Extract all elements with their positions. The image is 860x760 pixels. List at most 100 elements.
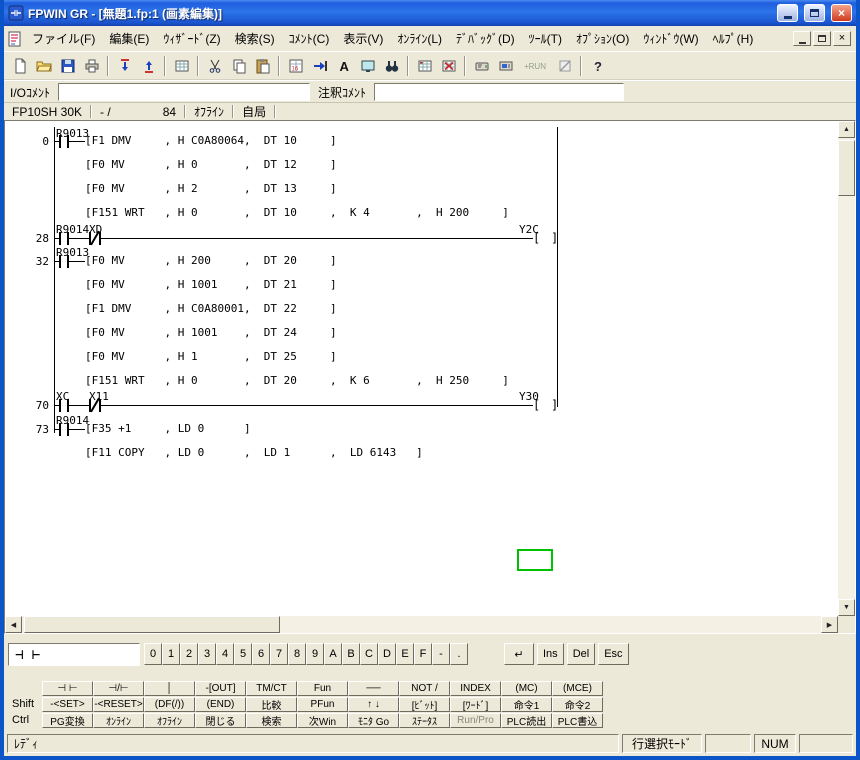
function-key[interactable]: 命令1 [501, 697, 552, 712]
function-key[interactable]: -<RESET> [93, 697, 144, 712]
function-key[interactable]: 比較 [246, 697, 297, 712]
menu-item[interactable]: 検索(S) [228, 26, 282, 51]
function-key[interactable]: 命令2 [552, 697, 603, 712]
hex-monitor-button[interactable]: 16 [284, 55, 307, 77]
function-key[interactable]: (END) [195, 697, 246, 712]
minimize-button[interactable] [777, 4, 798, 22]
instruction[interactable]: [F11 COPY , LD 0 , LD 1 , LD 6143 ] [85, 446, 423, 460]
horizontal-scroll-thumb[interactable] [24, 616, 280, 633]
coil-open[interactable]: [ [533, 398, 540, 412]
keypad-key[interactable]: F [414, 643, 432, 665]
help-button[interactable]: ? [586, 55, 609, 77]
instruction[interactable]: [F151 WRT , H 0 , DT 20 , K 6 , H 250 ] [85, 374, 509, 388]
instruction[interactable]: [F0 MV , H 1 , DT 25 ] [85, 350, 337, 364]
function-key[interactable]: (DF(/)) [144, 697, 195, 712]
note-comment-input[interactable] [374, 83, 624, 101]
keypad-key[interactable]: 2 [180, 643, 198, 665]
instruction[interactable]: [F1 DMV , H C0A80064, DT 10 ] [85, 134, 337, 148]
menu-item[interactable]: ﾍﾙﾌﾟ(H) [706, 26, 761, 51]
function-key[interactable]: TM/CT [246, 681, 297, 696]
function-key[interactable]: [ﾋﾞｯﾄ] [399, 697, 450, 712]
keypad-key[interactable]: 7 [270, 643, 288, 665]
keypad-key[interactable]: 5 [234, 643, 252, 665]
vertical-scroll-thumb[interactable] [838, 140, 855, 196]
coil-open[interactable]: [ [533, 231, 540, 245]
function-key[interactable]: PLC書込 [552, 713, 603, 728]
function-key[interactable]: PLC読出 [501, 713, 552, 728]
symbol-entry-box[interactable]: ⊣ ⊢ [8, 643, 140, 666]
menu-item[interactable]: ｳｨｻﾞｰﾄﾞ(Z) [156, 26, 227, 51]
scroll-right-button[interactable]: ▶ [821, 616, 838, 633]
vertical-scrollbar[interactable]: ▲ ▼ [838, 121, 855, 616]
function-key[interactable]: -<SET> [42, 697, 93, 712]
menu-item[interactable]: ファイル(F) [25, 26, 102, 51]
keypad-key[interactable]: 9 [306, 643, 324, 665]
function-key[interactable]: ⊣ ⊢ [42, 681, 93, 696]
function-key[interactable]: ↑ ↓ [348, 697, 399, 712]
horizontal-scrollbar[interactable]: ◀ ▶ [5, 616, 838, 633]
function-key[interactable]: ﾓﾆﾀ Go [348, 713, 399, 728]
upload-from-plc-button[interactable] [137, 55, 160, 77]
menu-item[interactable]: ﾃﾞﾊﾞｯｸﾞ(D) [449, 26, 522, 51]
titlebar[interactable]: FPWIN GR - [無題1.fp:1 (画素編集)] × [4, 0, 856, 26]
menu-item[interactable]: ｵﾌﾟｼｮﾝ(O) [569, 26, 636, 51]
restore-button[interactable] [804, 4, 825, 22]
enter-key[interactable]: ↵ [504, 643, 534, 665]
new-file-button[interactable] [8, 55, 31, 77]
keypad-key[interactable]: - [432, 643, 450, 665]
keypad-key[interactable]: D [378, 643, 396, 665]
function-key[interactable]: ｵﾝﾗｲﾝ [93, 713, 144, 728]
function-key[interactable]: Run/Pro [450, 713, 501, 728]
menu-item[interactable]: ｵﾝﾗｲﾝ(L) [390, 26, 449, 51]
io-clear-button[interactable] [437, 55, 460, 77]
menu-item[interactable]: ｺﾒﾝﾄ(C) [282, 26, 337, 51]
scroll-down-button[interactable]: ▼ [838, 599, 855, 616]
keypad-key[interactable]: Ins [537, 643, 564, 665]
program-entry-button[interactable] [170, 55, 193, 77]
function-key[interactable]: 検索 [246, 713, 297, 728]
keypad-key[interactable]: 6 [252, 643, 270, 665]
keypad-key[interactable]: C [360, 643, 378, 665]
menu-item[interactable]: 編集(E) [102, 26, 156, 51]
menu-item[interactable]: ﾂｰﾙ(T) [522, 26, 569, 51]
function-key[interactable]: [ﾜｰﾄﾞ] [450, 697, 501, 712]
save-file-button[interactable] [56, 55, 79, 77]
cut-button[interactable] [203, 55, 226, 77]
instruction[interactable]: [F151 WRT , H 0 , DT 10 , K 4 , H 200 ] [85, 206, 509, 220]
keypad-key[interactable]: Del [567, 643, 596, 665]
monitor-stop-button[interactable] [553, 55, 576, 77]
plc-monitor-button[interactable] [494, 55, 517, 77]
menu-item[interactable]: ｳｨﾝﾄﾞｳ(W) [636, 26, 705, 51]
keypad-key[interactable]: A [324, 643, 342, 665]
function-key[interactable]: INDEX [450, 681, 501, 696]
function-key[interactable]: PFun [297, 697, 348, 712]
keypad-key[interactable]: Esc [598, 643, 628, 665]
function-key[interactable]: -[OUT] [195, 681, 246, 696]
jump-button[interactable] [308, 55, 331, 77]
function-key[interactable]: PG変換 [42, 713, 93, 728]
scroll-up-button[interactable]: ▲ [838, 121, 855, 138]
coil-close[interactable]: ] [551, 231, 558, 245]
function-key[interactable]: ── [348, 681, 399, 696]
mdi-restore-button[interactable] [813, 31, 831, 46]
screen-display-button[interactable] [356, 55, 379, 77]
function-key[interactable]: ｵﾌﾗｲﾝ [144, 713, 195, 728]
function-key[interactable]: (MC) [501, 681, 552, 696]
keypad-key[interactable]: E [396, 643, 414, 665]
instruction[interactable]: [F1 DMV , H C0A80001, DT 22 ] [85, 302, 337, 316]
keypad-key[interactable]: 0 [144, 643, 162, 665]
instruction[interactable]: [F0 MV , H 1001 , DT 24 ] [85, 326, 337, 340]
function-key[interactable]: ⊣/⊢ [93, 681, 144, 696]
print-button[interactable] [80, 55, 103, 77]
download-to-plc-button[interactable] [113, 55, 136, 77]
keypad-key[interactable]: . [450, 643, 468, 665]
close-button[interactable]: × [831, 4, 852, 22]
function-key[interactable]: ｽﾃｰﾀｽ [399, 713, 450, 728]
function-key[interactable]: 次Win [297, 713, 348, 728]
function-key[interactable]: Fun [297, 681, 348, 696]
instruction[interactable]: [F0 MV , H 0 , DT 12 ] [85, 158, 337, 172]
keypad-key[interactable]: B [342, 643, 360, 665]
keypad-key[interactable]: 1 [162, 643, 180, 665]
function-key[interactable]: 閉じる [195, 713, 246, 728]
run-mode-button[interactable]: +RUN [518, 55, 552, 77]
